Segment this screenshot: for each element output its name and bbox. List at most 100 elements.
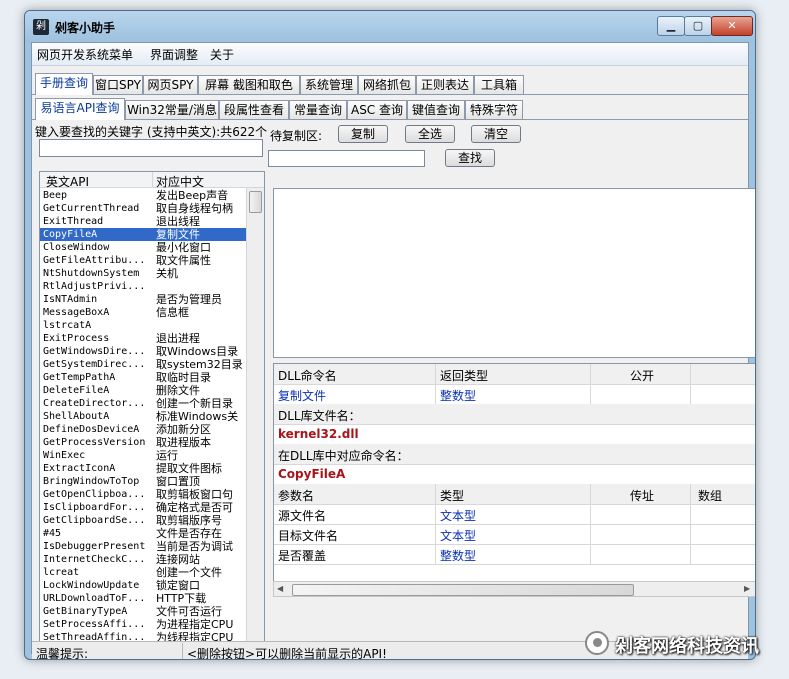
list-item[interactable]: #45 文件是否存在 xyxy=(40,527,246,540)
window-title: 剁客小助手 xyxy=(55,21,116,35)
grid-line xyxy=(435,384,436,404)
copy-button[interactable]: 复制 xyxy=(338,125,388,143)
list-item[interactable]: RtlAdjustPrivi... xyxy=(40,280,246,293)
api-english-name: LockWindowUpdate xyxy=(43,580,140,591)
list-item[interactable]: ExtractIconA 提取文件图标 xyxy=(40,462,246,475)
list-item[interactable]: lstrcatA xyxy=(40,319,246,332)
list-item[interactable]: GetClipboardSe... 取剪辑版序号 xyxy=(40,514,246,527)
list-item[interactable]: GetOpenClipboa... 取剪辑板窗口句 xyxy=(40,488,246,501)
list-item[interactable]: GetTempPathA 取临时目录 xyxy=(40,371,246,384)
grid-line xyxy=(690,504,691,524)
list-item[interactable]: ExitThread 退出线程 xyxy=(40,215,246,228)
tab-section-attr[interactable]: 段属性查看 xyxy=(219,100,289,120)
tab-asc-query[interactable]: ASC 查询 xyxy=(347,100,407,120)
list-item[interactable]: ExitProcess 退出进程 xyxy=(40,332,246,345)
cmd-value: CopyFileA xyxy=(278,467,346,481)
list-item[interactable]: IsDebuggerPresent 当前是否为调试 xyxy=(40,540,246,553)
tab-regex[interactable]: 正则表达 xyxy=(416,75,474,95)
scroll-right-icon[interactable]: ▶ xyxy=(744,584,750,593)
tab-web-spy[interactable]: 网页SPY xyxy=(143,75,198,95)
scroll-left-icon[interactable]: ◀ xyxy=(277,584,283,593)
api-chinese-name: HTTP下载 xyxy=(156,592,207,605)
list-item[interactable]: SetProcessAffi... 为进程指定CPU xyxy=(40,618,246,631)
col-english-api[interactable]: 英文API xyxy=(46,173,89,190)
list-item[interactable]: GetFileAttribu... 取文件属性 xyxy=(40,254,246,267)
list-item[interactable]: LockWindowUpdate 锁定窗口 xyxy=(40,579,246,592)
api-list-scrollbar[interactable] xyxy=(246,188,264,642)
list-item[interactable]: IsClipboardFor... 确定格式是否可 xyxy=(40,501,246,514)
tab-packet[interactable]: 网络抓包 xyxy=(358,75,416,95)
list-item[interactable]: BringWindowToTop 窗口置顶 xyxy=(40,475,246,488)
tab-manual-query[interactable]: 手册查询 xyxy=(35,73,93,95)
list-item[interactable]: CreateDirector... 创建一个新目录 xyxy=(40,397,246,410)
list-item[interactable]: IsNTAdmin 是否为管理员 xyxy=(40,293,246,306)
list-item[interactable]: CopyFileA 复制文件 xyxy=(40,228,246,241)
dll-row[interactable]: 复制文件 整数型 xyxy=(274,384,755,405)
api-list-header: 英文API 对应中文 xyxy=(40,172,264,190)
title-bar[interactable]: 剁 剁客小助手 ▁ ▢ ✕ xyxy=(25,11,755,43)
list-item[interactable]: MessageBoxA 信息框 xyxy=(40,306,246,319)
return-type-value: 整数型 xyxy=(440,389,477,403)
menu-web-dev[interactable]: 网页开发系统菜单 xyxy=(37,46,133,63)
list-item[interactable]: GetSystemDirec... 取system32目录 xyxy=(40,358,246,371)
find-button[interactable]: 查找 xyxy=(445,149,495,167)
api-english-name: ExtractIconA xyxy=(43,463,116,474)
tab-toolbox[interactable]: 工具箱 xyxy=(474,75,524,95)
list-item[interactable]: WinExec 运行 xyxy=(40,449,246,462)
list-item[interactable]: GetProcessVersion 取进程版本 xyxy=(40,436,246,449)
api-chinese-name: 标准Windows关 xyxy=(156,410,239,423)
list-item[interactable]: InternetCheckC... 连接网站 xyxy=(40,553,246,566)
list-item[interactable]: CloseWindow 最小化窗口 xyxy=(40,241,246,254)
api-chinese-name: 提取文件图标 xyxy=(156,462,222,475)
list-item[interactable]: GetBinaryTypeA 文件可否运行 xyxy=(40,605,246,618)
cmd-value-row[interactable]: CopyFileA xyxy=(274,464,755,485)
list-item[interactable]: DefineDosDeviceA 添加新分区 xyxy=(40,423,246,436)
tab-window-spy[interactable]: 窗口SPY xyxy=(93,75,143,95)
api-chinese-name: 删除文件 xyxy=(156,384,200,397)
api-english-name: GetTempPathA xyxy=(43,372,116,383)
api-english-name: #45 xyxy=(43,528,62,539)
find-input[interactable] xyxy=(268,150,425,167)
list-item[interactable]: DeleteFileA 删除文件 xyxy=(40,384,246,397)
tab-keycode[interactable]: 键值查询 xyxy=(407,100,465,120)
hscroll-thumb[interactable] xyxy=(292,584,634,596)
close-button[interactable]: ✕ xyxy=(711,16,753,36)
menu-about[interactable]: 关于 xyxy=(210,46,234,63)
tab-special-char[interactable]: 特殊字符 xyxy=(465,100,523,120)
search-input[interactable] xyxy=(39,139,263,157)
list-item[interactable]: NtShutdownSystem 关机 xyxy=(40,267,246,280)
list-item[interactable]: lcreat 创建一个文件 xyxy=(40,566,246,579)
param-row[interactable]: 源文件名 文本型 xyxy=(274,504,755,525)
grid-line xyxy=(690,364,691,384)
copy-textarea[interactable] xyxy=(273,188,755,358)
api-list[interactable]: 英文API 对应中文 Beep 发出Beep声音 GetCurrentThread 取… xyxy=(39,171,265,643)
list-item[interactable]: URLDownloadToF... HTTP下载 xyxy=(40,592,246,605)
clear-button[interactable]: 清空 xyxy=(471,125,521,143)
api-english-name: URLDownloadToF... xyxy=(43,593,146,604)
detail-hscrollbar[interactable]: ◀ ▶ xyxy=(273,581,755,597)
status-tip-text: <删除按钮>可以删除当前显示的API! xyxy=(187,647,387,660)
list-item[interactable]: ShellAboutA 标准Windows关 xyxy=(40,410,246,423)
tab-const-query[interactable]: 常量查询 xyxy=(289,100,347,120)
list-item[interactable]: GetCurrentThread 取自身线程句柄 xyxy=(40,202,246,215)
select-all-button[interactable]: 全选 xyxy=(405,125,455,143)
col-chinese[interactable]: 对应中文 xyxy=(156,173,204,190)
list-item[interactable]: GetWindowsDire... 取Windows目录 xyxy=(40,345,246,358)
return-type-header: 返回类型 xyxy=(440,369,489,383)
tab-system[interactable]: 系统管理 xyxy=(300,75,358,95)
tab-screenshot[interactable]: 屏幕 截图和取色 xyxy=(198,75,300,95)
api-english-name: Beep xyxy=(43,190,68,201)
api-chinese-name: 取system32目录 xyxy=(156,358,243,371)
param-row[interactable]: 是否覆盖 整数型 xyxy=(274,544,755,565)
list-item[interactable]: Beep 发出Beep声音 xyxy=(40,189,246,202)
minimize-button[interactable]: ▁ xyxy=(657,16,685,36)
tab-eyuyan-api[interactable]: 易语言API查询 xyxy=(35,98,125,120)
menu-layout[interactable]: 界面调整 xyxy=(150,46,198,63)
tab-win32-const[interactable]: Win32常量/消息 xyxy=(125,100,219,120)
scroll-thumb[interactable] xyxy=(249,191,262,213)
grid-line xyxy=(690,544,691,564)
maximize-button[interactable]: ▢ xyxy=(684,16,712,36)
lib-value-row[interactable]: kernel32.dll xyxy=(274,424,755,445)
column-separator xyxy=(152,172,153,187)
param-row[interactable]: 目标文件名 文本型 xyxy=(274,524,755,545)
